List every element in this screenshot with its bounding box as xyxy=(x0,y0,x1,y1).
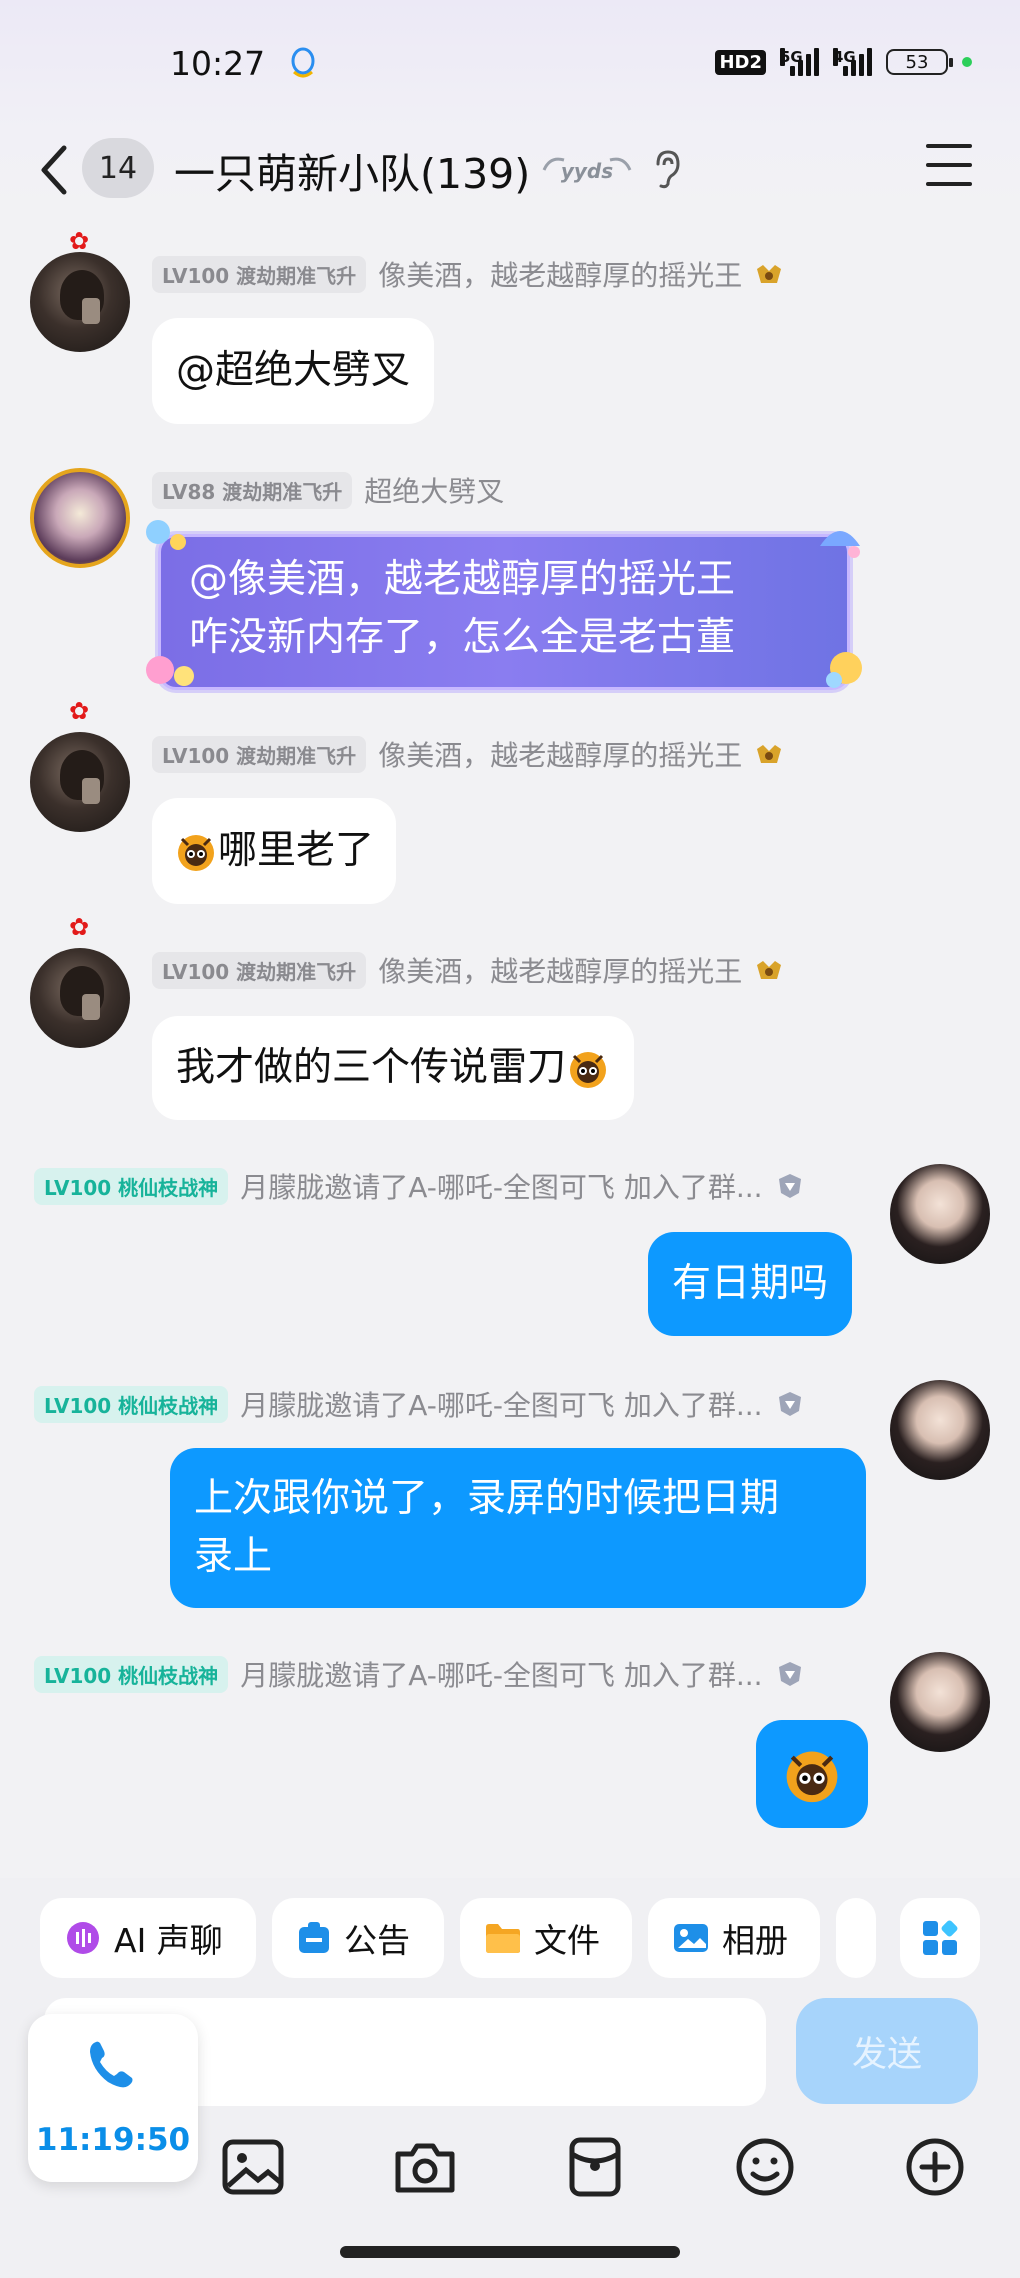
sender-nickname[interactable]: 像美酒，越老越醇厚的摇光王 xyxy=(378,254,742,294)
sender-meta: LV100 渡劫期准飞升 像美酒，越老越醇厚的摇光王 xyxy=(152,254,784,294)
message-bubble-themed[interactable]: @像美酒，越老越醇厚的摇光王 咋没新内存了，怎么全是老古董 xyxy=(158,534,850,690)
privacy-dot xyxy=(962,57,972,67)
apps-grid-button[interactable] xyxy=(900,1898,980,1978)
level-tag: LV100 渡劫期准飞升 xyxy=(152,255,367,293)
battery-icon: 53 xyxy=(886,49,953,75)
back-arrow-icon[interactable] xyxy=(34,140,74,200)
menu-icon[interactable] xyxy=(926,144,972,186)
level-tag: LV100 桃仙枝战神 xyxy=(34,1385,229,1423)
flower-decoration-icon: ✿ xyxy=(68,227,90,255)
shield-badge-icon xyxy=(778,1392,801,1416)
more-chip-partial[interactable] xyxy=(836,1898,876,1978)
red-packet-icon[interactable] xyxy=(562,2136,628,2198)
input-area: 发送 11:19:50 xyxy=(0,1998,1020,2278)
bubble-decoration-icon xyxy=(826,652,862,688)
bubble-decoration-icon xyxy=(820,531,860,558)
call-duration: 11:19:50 xyxy=(35,2122,191,2158)
avatar-self[interactable] xyxy=(890,1380,990,1480)
sender-nickname[interactable]: 像美酒，越老越醇厚的摇光王 xyxy=(378,950,742,990)
tiger-emoji-icon xyxy=(178,835,214,871)
quick-action-bar: AI 声聊 公告 文件 相册 xyxy=(0,1878,1020,1998)
flower-decoration-icon: ✿ xyxy=(68,697,90,725)
album-button[interactable]: 相册 xyxy=(648,1898,820,1978)
message-bubble[interactable]: 哪里老了 xyxy=(152,798,397,904)
message-bubble-self[interactable]: 上次跟你说了，录屏的时候把日期 录上 xyxy=(170,1448,866,1608)
message-bubble[interactable]: 我才做的三个传说雷刀 xyxy=(152,1016,635,1120)
message-bubble-self[interactable]: 有日期吗 xyxy=(648,1232,853,1336)
level-tag: LV100 桃仙枝战神 xyxy=(34,1655,229,1693)
tiger-emoji-icon xyxy=(786,1751,838,1803)
signal-5g-icon: 5G xyxy=(780,48,819,76)
unread-count-badge[interactable]: 14 xyxy=(82,138,154,198)
avatar[interactable] xyxy=(30,732,130,832)
sender-nickname[interactable]: 月朦胧邀请了A-哪吒-全图可飞 加入了群... xyxy=(240,1384,762,1424)
chat-header: 14 一只萌新小队(139) yyds xyxy=(0,130,1020,230)
message-bubble[interactable]: @超绝大劈叉 xyxy=(152,318,435,424)
level-tag: LV100 渡劫期准飞升 xyxy=(152,951,367,989)
level-tag: LV88 渡劫期准飞升 xyxy=(152,471,353,509)
shield-badge-icon xyxy=(778,1174,801,1198)
message-bubble-self[interactable] xyxy=(756,1720,868,1828)
sender-meta: LV100 桃仙枝战神 月朦胧邀请了A-哪吒-全图可飞 加入了群... xyxy=(34,1654,805,1694)
camera-icon[interactable] xyxy=(392,2136,458,2198)
files-button[interactable]: 文件 xyxy=(460,1898,632,1978)
sender-meta: LV100 渡劫期准飞升 像美酒，越老越醇厚的摇光王 xyxy=(152,734,784,774)
ai-voice-chat-button[interactable]: AI 声聊 xyxy=(40,1898,256,1978)
flower-decoration-icon: ✿ xyxy=(68,913,90,941)
shield-badge-icon xyxy=(778,1662,801,1686)
status-time: 10:27 xyxy=(170,44,266,83)
avatar[interactable] xyxy=(30,948,130,1048)
notice-icon xyxy=(299,1922,329,1953)
sender-meta: LV100 桃仙枝战神 月朦胧邀请了A-哪吒-全图可飞 加入了群... xyxy=(34,1384,805,1424)
plus-icon[interactable] xyxy=(902,2136,968,2198)
group-title[interactable]: 一只萌新小队(139) xyxy=(174,140,530,200)
notice-button[interactable]: 公告 xyxy=(272,1898,444,1978)
sender-meta: LV100 渡劫期准飞升 像美酒，越老越醇厚的摇光王 xyxy=(152,950,784,990)
sender-nickname[interactable]: 像美酒，越老越醇厚的摇光王 xyxy=(378,734,742,774)
crown-badge-icon xyxy=(757,961,782,979)
hd-icon: HD2 xyxy=(715,49,766,75)
svg-text:yyds: yyds xyxy=(561,159,613,183)
crown-badge-icon xyxy=(757,745,782,763)
ear-icon[interactable] xyxy=(652,148,682,190)
level-tag: LV100 桃仙枝战神 xyxy=(34,1167,229,1205)
bubble-decoration-icon xyxy=(146,656,194,686)
avatar-self[interactable] xyxy=(890,1652,990,1752)
image-icon[interactable] xyxy=(220,2136,286,2198)
ongoing-call-widget[interactable]: 11:19:50 xyxy=(28,2014,198,2182)
avatar-self[interactable] xyxy=(890,1164,990,1264)
sender-nickname[interactable]: 月朦胧邀请了A-哪吒-全图可飞 加入了群... xyxy=(240,1654,762,1694)
yyds-badge-icon: yyds xyxy=(542,157,632,183)
crown-badge-icon xyxy=(757,265,782,283)
apps-grid-icon xyxy=(923,1920,958,1955)
sender-nickname[interactable]: 月朦胧邀请了A-哪吒-全图可飞 加入了群... xyxy=(240,1166,762,1206)
send-button[interactable]: 发送 xyxy=(796,1998,978,2104)
status-icons: HD2 5G 4G 53 xyxy=(715,48,972,76)
sender-meta: LV88 渡劫期准飞升 超绝大劈叉 xyxy=(152,470,504,510)
status-bar: 10:27 HD2 5G 4G 53 xyxy=(0,0,1020,130)
emoji-icon[interactable] xyxy=(732,2136,798,2198)
signal-4g-icon: 4G xyxy=(833,48,872,76)
home-indicator xyxy=(340,2246,680,2258)
avatar[interactable] xyxy=(30,252,130,352)
avatar[interactable] xyxy=(30,468,130,568)
ai-voice-icon xyxy=(67,1922,99,1954)
qq-status-icon xyxy=(291,47,315,78)
tiger-emoji-icon xyxy=(570,1052,607,1088)
phone-icon xyxy=(90,2041,133,2088)
folder-icon xyxy=(486,1924,520,1953)
sender-nickname[interactable]: 超绝大劈叉 xyxy=(364,470,504,510)
level-tag: LV100 渡劫期准飞升 xyxy=(152,735,367,773)
album-icon xyxy=(674,1924,708,1952)
sender-meta: LV100 桃仙枝战神 月朦胧邀请了A-哪吒-全图可飞 加入了群... xyxy=(34,1166,805,1206)
bubble-decoration-icon xyxy=(146,520,186,550)
